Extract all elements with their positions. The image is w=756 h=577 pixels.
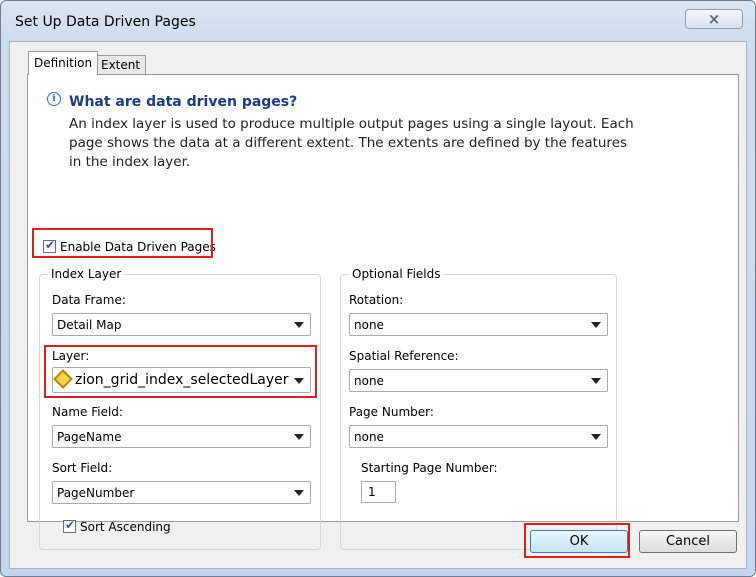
name-field-select[interactable]: PageName <box>52 425 311 448</box>
name-field-label: Name Field: <box>52 405 123 419</box>
sort-field-select[interactable]: PageNumber <box>52 481 311 504</box>
layer-icon <box>53 369 73 389</box>
enable-ddp-checkbox[interactable]: ✔ <box>43 238 56 253</box>
ok-button[interactable]: OK <box>530 530 628 553</box>
data-frame-select[interactable]: Detail Map <box>52 313 311 336</box>
close-button[interactable]: × <box>685 9 743 29</box>
chevron-down-icon <box>591 434 601 440</box>
info-icon: i <box>47 92 61 106</box>
close-icon: × <box>707 10 721 28</box>
page-number-select[interactable]: none <box>349 425 608 448</box>
info-text: An index layer is used to produce multip… <box>69 116 634 170</box>
sort-ascending-label: Sort Ascending <box>80 520 171 534</box>
data-frame-value: Detail Map <box>57 318 122 332</box>
dialog-client-area: Definition Extent i What are data driven… <box>9 41 747 569</box>
chevron-down-icon <box>294 322 304 328</box>
starting-page-number-value: 1 <box>368 485 376 499</box>
spatial-reference-value: none <box>354 374 384 388</box>
chevron-down-icon <box>294 490 304 496</box>
optional-fields-title: Optional Fields <box>349 267 444 281</box>
sort-ascending-checkbox[interactable]: ✔ <box>63 518 76 533</box>
enable-ddp-label: Enable Data Driven Pages <box>60 240 216 254</box>
starting-page-number-input[interactable]: 1 <box>361 481 396 503</box>
checkmark-icon: ✔ <box>65 518 76 532</box>
layer-label: Layer: <box>52 349 90 363</box>
tab-definition[interactable]: Definition <box>28 51 99 75</box>
rotation-label: Rotation: <box>349 293 404 307</box>
sort-field-label: Sort Field: <box>52 461 113 475</box>
cancel-button[interactable]: Cancel <box>639 530 737 553</box>
title-bar[interactable]: Set Up Data Driven Pages × <box>1 1 755 41</box>
rotation-value: none <box>354 318 384 332</box>
data-frame-label: Data Frame: <box>52 293 126 307</box>
chevron-down-icon <box>294 434 304 440</box>
rotation-select[interactable]: none <box>349 313 608 336</box>
window-title: Set Up Data Driven Pages <box>15 14 196 30</box>
sort-field-value: PageNumber <box>57 486 135 500</box>
chevron-down-icon <box>294 378 304 384</box>
info-heading: What are data driven pages? <box>69 94 298 110</box>
spatial-reference-select[interactable]: none <box>349 369 608 392</box>
index-layer-title: Index Layer <box>48 267 125 281</box>
page-number-label: Page Number: <box>349 405 434 419</box>
page-number-value: none <box>354 430 384 444</box>
starting-page-number-label: Starting Page Number: <box>361 461 498 475</box>
definition-panel: i What are data driven pages? An index l… <box>27 74 739 550</box>
layer-value: zion_grid_index_selectedLayer <box>75 372 289 388</box>
chevron-down-icon <box>591 378 601 384</box>
chevron-down-icon <box>591 322 601 328</box>
spatial-reference-label: Spatial Reference: <box>349 349 459 363</box>
dialog-window: Set Up Data Driven Pages × Definition Ex… <box>0 0 756 577</box>
checkmark-icon: ✔ <box>45 238 56 252</box>
layer-select[interactable]: zion_grid_index_selectedLayer <box>52 367 311 393</box>
name-field-value: PageName <box>57 430 122 444</box>
